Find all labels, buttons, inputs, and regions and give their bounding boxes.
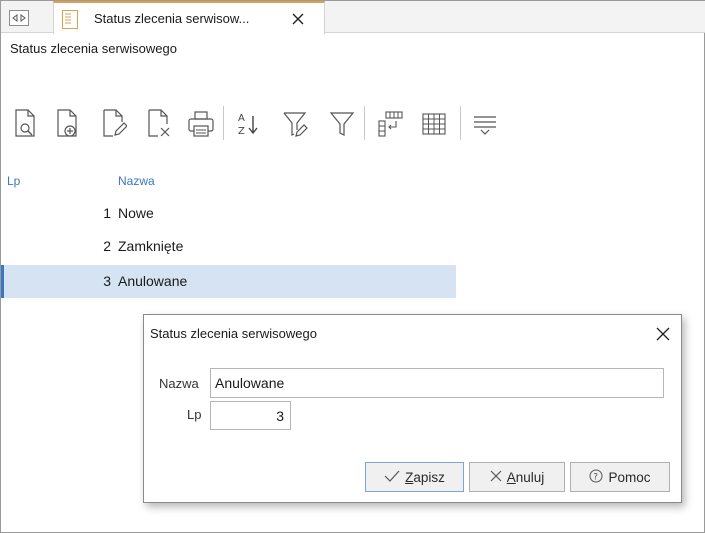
filter-icon[interactable] [325, 104, 359, 144]
help-circle-icon: ? [589, 469, 603, 486]
tab-status-zlecenia[interactable]: Status zlecenia serwisow... [53, 1, 325, 34]
column-header-lp[interactable]: Lp [7, 174, 20, 188]
tab-navigation-arrows-icon[interactable] [9, 10, 29, 26]
dialog-title: Status zlecenia serwisowego [150, 326, 317, 341]
filter-edit-icon[interactable] [279, 104, 313, 144]
help-button-label: Pomoc [608, 469, 651, 485]
page-title: Status zlecenia serwisowego [10, 41, 177, 56]
toolbar-separator [364, 106, 365, 140]
tab-close-icon[interactable] [288, 9, 308, 29]
svg-text:Z: Z [238, 126, 245, 137]
table-row[interactable]: 2 Zamknięte [1, 230, 456, 263]
form-icon [62, 10, 78, 29]
row-lp: 1 [103, 205, 111, 221]
document-delete-icon[interactable] [141, 104, 175, 144]
help-button[interactable]: ? Pomoc [570, 462, 670, 492]
cancel-button-label: Anuluj [506, 469, 545, 485]
save-button[interactable]: Zapisz [365, 462, 464, 492]
save-button-label: Zapisz [405, 469, 445, 485]
columns-config-icon[interactable] [373, 104, 407, 144]
nazwa-label: Nazwa [159, 376, 199, 391]
close-icon [490, 470, 502, 485]
document-add-icon[interactable] [50, 104, 84, 144]
row-nazwa: Anulowane [118, 273, 188, 289]
row-lp: 3 [103, 273, 111, 289]
toolbar: A Z [1, 104, 705, 144]
lp-label: Lp [187, 407, 202, 422]
row-nazwa: Nowe [118, 205, 154, 221]
edit-dialog: Status zlecenia serwisowego Nazwa Lp Zap… [143, 314, 682, 503]
row-nazwa: Zamknięte [118, 238, 184, 254]
column-header-nazwa[interactable]: Nazwa [118, 174, 155, 188]
toolbar-separator [460, 106, 461, 140]
tab-label: Status zlecenia serwisow... [94, 11, 250, 26]
lp-input[interactable] [210, 401, 291, 430]
toolbar-separator [223, 106, 224, 140]
svg-text:?: ? [594, 472, 599, 482]
grid-icon[interactable] [417, 104, 451, 144]
table-row[interactable]: 1 Nowe [1, 197, 456, 230]
nazwa-input[interactable] [210, 368, 664, 398]
close-icon[interactable] [653, 324, 673, 344]
document-search-icon[interactable] [8, 104, 42, 144]
sort-az-icon[interactable]: A Z [231, 104, 265, 144]
grid-header: Lp Nazwa [1, 171, 456, 193]
menu-more-icon[interactable] [468, 104, 502, 144]
printer-icon[interactable] [184, 104, 218, 144]
cancel-button[interactable]: Anuluj [469, 462, 565, 492]
tab-bar: Status zlecenia serwisow... [1, 0, 705, 34]
checkmark-icon [384, 470, 400, 485]
svg-text:A: A [238, 113, 245, 124]
row-lp: 2 [103, 238, 111, 254]
main-window: Status zlecenia serwisow... Status zlece… [0, 0, 705, 533]
table-row-selected[interactable]: 3 Anulowane [1, 265, 456, 298]
document-edit-icon[interactable] [96, 104, 130, 144]
